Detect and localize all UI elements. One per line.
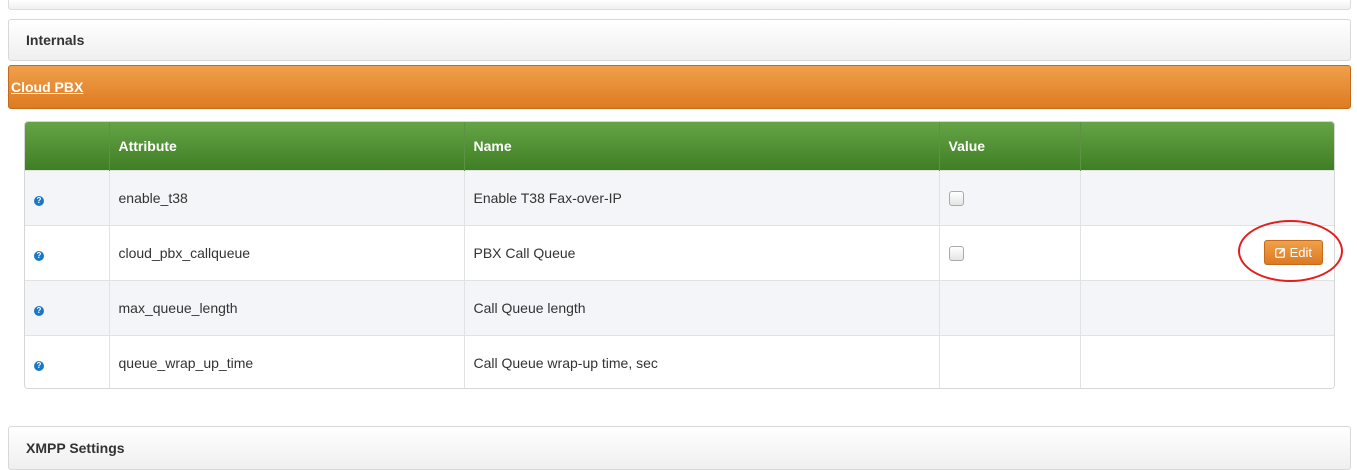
- enable-t38-checkbox[interactable]: [948, 190, 964, 206]
- attribute-cell: enable_t38: [108, 169, 464, 225]
- table-header-row: Attribute Name Value: [25, 122, 1334, 170]
- help-cell: ?: [25, 169, 109, 225]
- value-cell: [938, 224, 1080, 280]
- column-header-attribute: Attribute: [108, 122, 464, 170]
- question-circle-icon[interactable]: ?: [34, 360, 44, 371]
- attribute-cell: cloud_pbx_callqueue: [108, 224, 464, 280]
- cloud-pbx-callqueue-checkbox[interactable]: [948, 245, 964, 261]
- cloud-pbx-attributes-table: Attribute Name Value ? enable_t38 Enable…: [24, 121, 1335, 389]
- name-cell: Enable T38 Fax-over-IP: [463, 169, 939, 225]
- name-cell: Call Queue length: [463, 279, 939, 335]
- cloud-pbx-panel-header[interactable]: Cloud PBX: [8, 65, 1351, 109]
- xmpp-settings-panel-title: XMPP Settings: [26, 440, 125, 456]
- question-circle-icon[interactable]: ?: [34, 305, 44, 316]
- name-cell: PBX Call Queue: [463, 224, 939, 280]
- column-header-name: Name: [463, 122, 939, 170]
- edit-button[interactable]: Edit: [1263, 240, 1323, 265]
- cloud-pbx-panel-link[interactable]: Cloud PBX: [11, 79, 83, 95]
- column-header-help: [25, 122, 109, 170]
- question-circle-icon[interactable]: ?: [34, 195, 44, 206]
- name-cell: Call Queue wrap-up time, sec: [463, 334, 939, 388]
- xmpp-settings-panel-header[interactable]: XMPP Settings: [8, 426, 1351, 470]
- attribute-cell: max_queue_length: [108, 279, 464, 335]
- value-cell: [938, 279, 1080, 335]
- table-row: ? cloud_pbx_callqueue PBX Call Queue Edi…: [25, 224, 1334, 280]
- attribute-cell: queue_wrap_up_time: [108, 334, 464, 388]
- table-row: ? enable_t38 Enable T38 Fax-over-IP: [25, 169, 1334, 225]
- edit-button-label: Edit: [1289, 245, 1312, 260]
- internals-panel-title: Internals: [26, 32, 85, 48]
- question-circle-icon[interactable]: ?: [34, 250, 44, 261]
- help-cell: ?: [25, 224, 109, 280]
- help-cell: ?: [25, 334, 109, 388]
- previous-panel-edge: [8, 0, 1351, 10]
- column-header-actions: [1079, 122, 1334, 170]
- help-cell: ?: [25, 279, 109, 335]
- value-cell: [938, 169, 1080, 225]
- table-row: ? queue_wrap_up_time Call Queue wrap-up …: [25, 334, 1334, 388]
- edit-square-icon: [1274, 247, 1285, 258]
- internals-panel-header[interactable]: Internals: [8, 19, 1351, 61]
- actions-cell: [1079, 279, 1334, 335]
- actions-cell: [1079, 169, 1334, 225]
- table-row: ? max_queue_length Call Queue length: [25, 279, 1334, 335]
- actions-cell: [1079, 334, 1334, 388]
- column-header-value: Value: [938, 122, 1080, 170]
- actions-cell: Edit: [1079, 224, 1334, 280]
- value-cell: [938, 334, 1080, 388]
